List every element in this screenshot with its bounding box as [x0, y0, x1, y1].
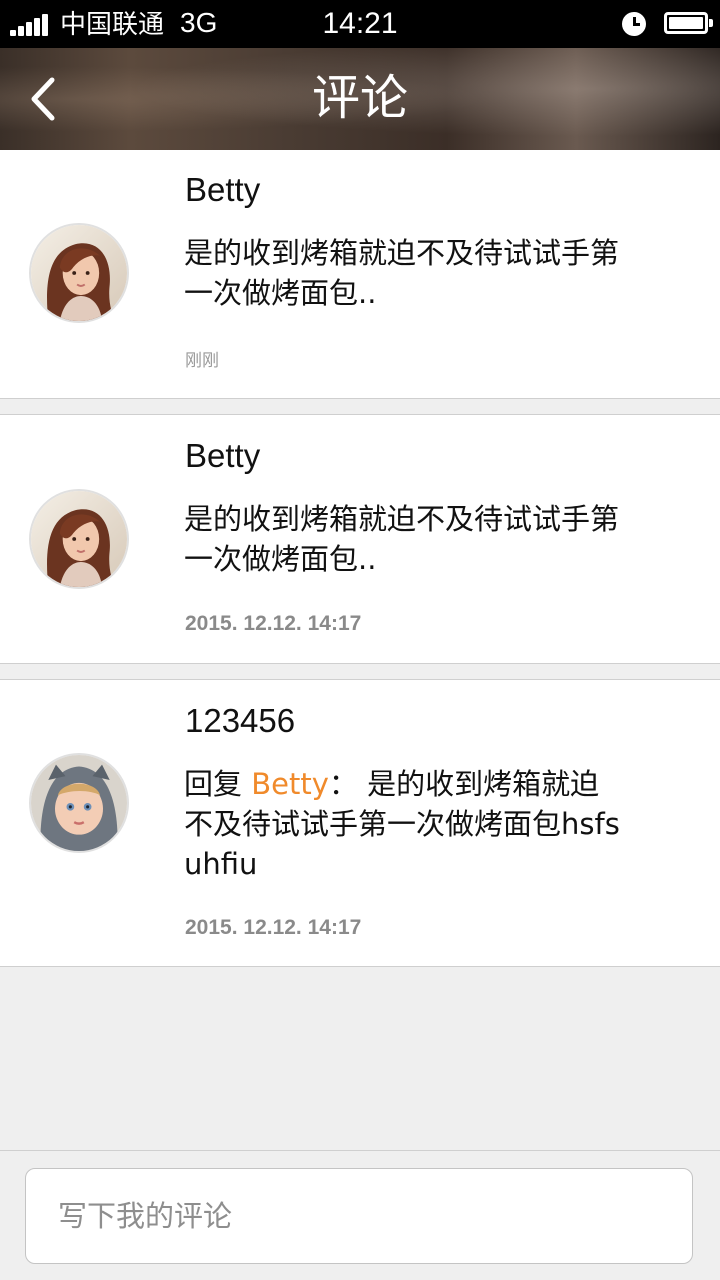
comment-input-bar — [0, 1150, 720, 1280]
page-title: 评论 — [311, 70, 408, 126]
comment-time: 2015. 12.12. 14:17 — [185, 916, 362, 939]
comment-item: 123456 回复 Betty： 是的收到烤箱就迫不及待试试手第一次做烤面包hs… — [0, 679, 720, 967]
comment-item: Betty 是的收到烤箱就迫不及待试试手第一次做烤面包.. 2015. 12.1… — [0, 414, 720, 664]
alarm-clock-icon — [622, 12, 646, 36]
comment-time: 刚刚 — [185, 351, 219, 370]
comment-input[interactable] — [25, 1168, 693, 1264]
battery-icon — [664, 12, 713, 34]
avatar[interactable] — [29, 753, 129, 853]
comment-text: 回复 Betty： 是的收到烤箱就迫不及待试试手第一次做烤面包hsfsuhfiu — [184, 764, 624, 884]
reply-separator: ： — [328, 767, 368, 801]
comment-text: 是的收到烤箱就迫不及待试试手第一次做烤面包.. — [184, 236, 620, 310]
comment-author[interactable]: 123456 — [185, 701, 295, 741]
comment-text: 是的收到烤箱就迫不及待试试手第一次做烤面包.. — [184, 502, 620, 576]
reply-to-name[interactable]: Betty — [251, 767, 329, 801]
status-time: 14:21 — [322, 7, 398, 40]
status-bar: 中国联通 3G 14:21 — [0, 0, 720, 48]
nav-header: 评论 — [0, 48, 720, 150]
comment-author[interactable]: Betty — [185, 436, 260, 476]
comment-item: Betty 是的收到烤箱就迫不及待试试手第一次做烤面包.. 刚刚 — [0, 150, 720, 399]
comment-author[interactable]: Betty — [185, 170, 260, 210]
avatar[interactable] — [29, 223, 129, 323]
reply-prefix: 回复 — [184, 767, 252, 801]
comment-time: 2015. 12.12. 14:17 — [185, 612, 362, 635]
avatar[interactable] — [29, 489, 129, 589]
